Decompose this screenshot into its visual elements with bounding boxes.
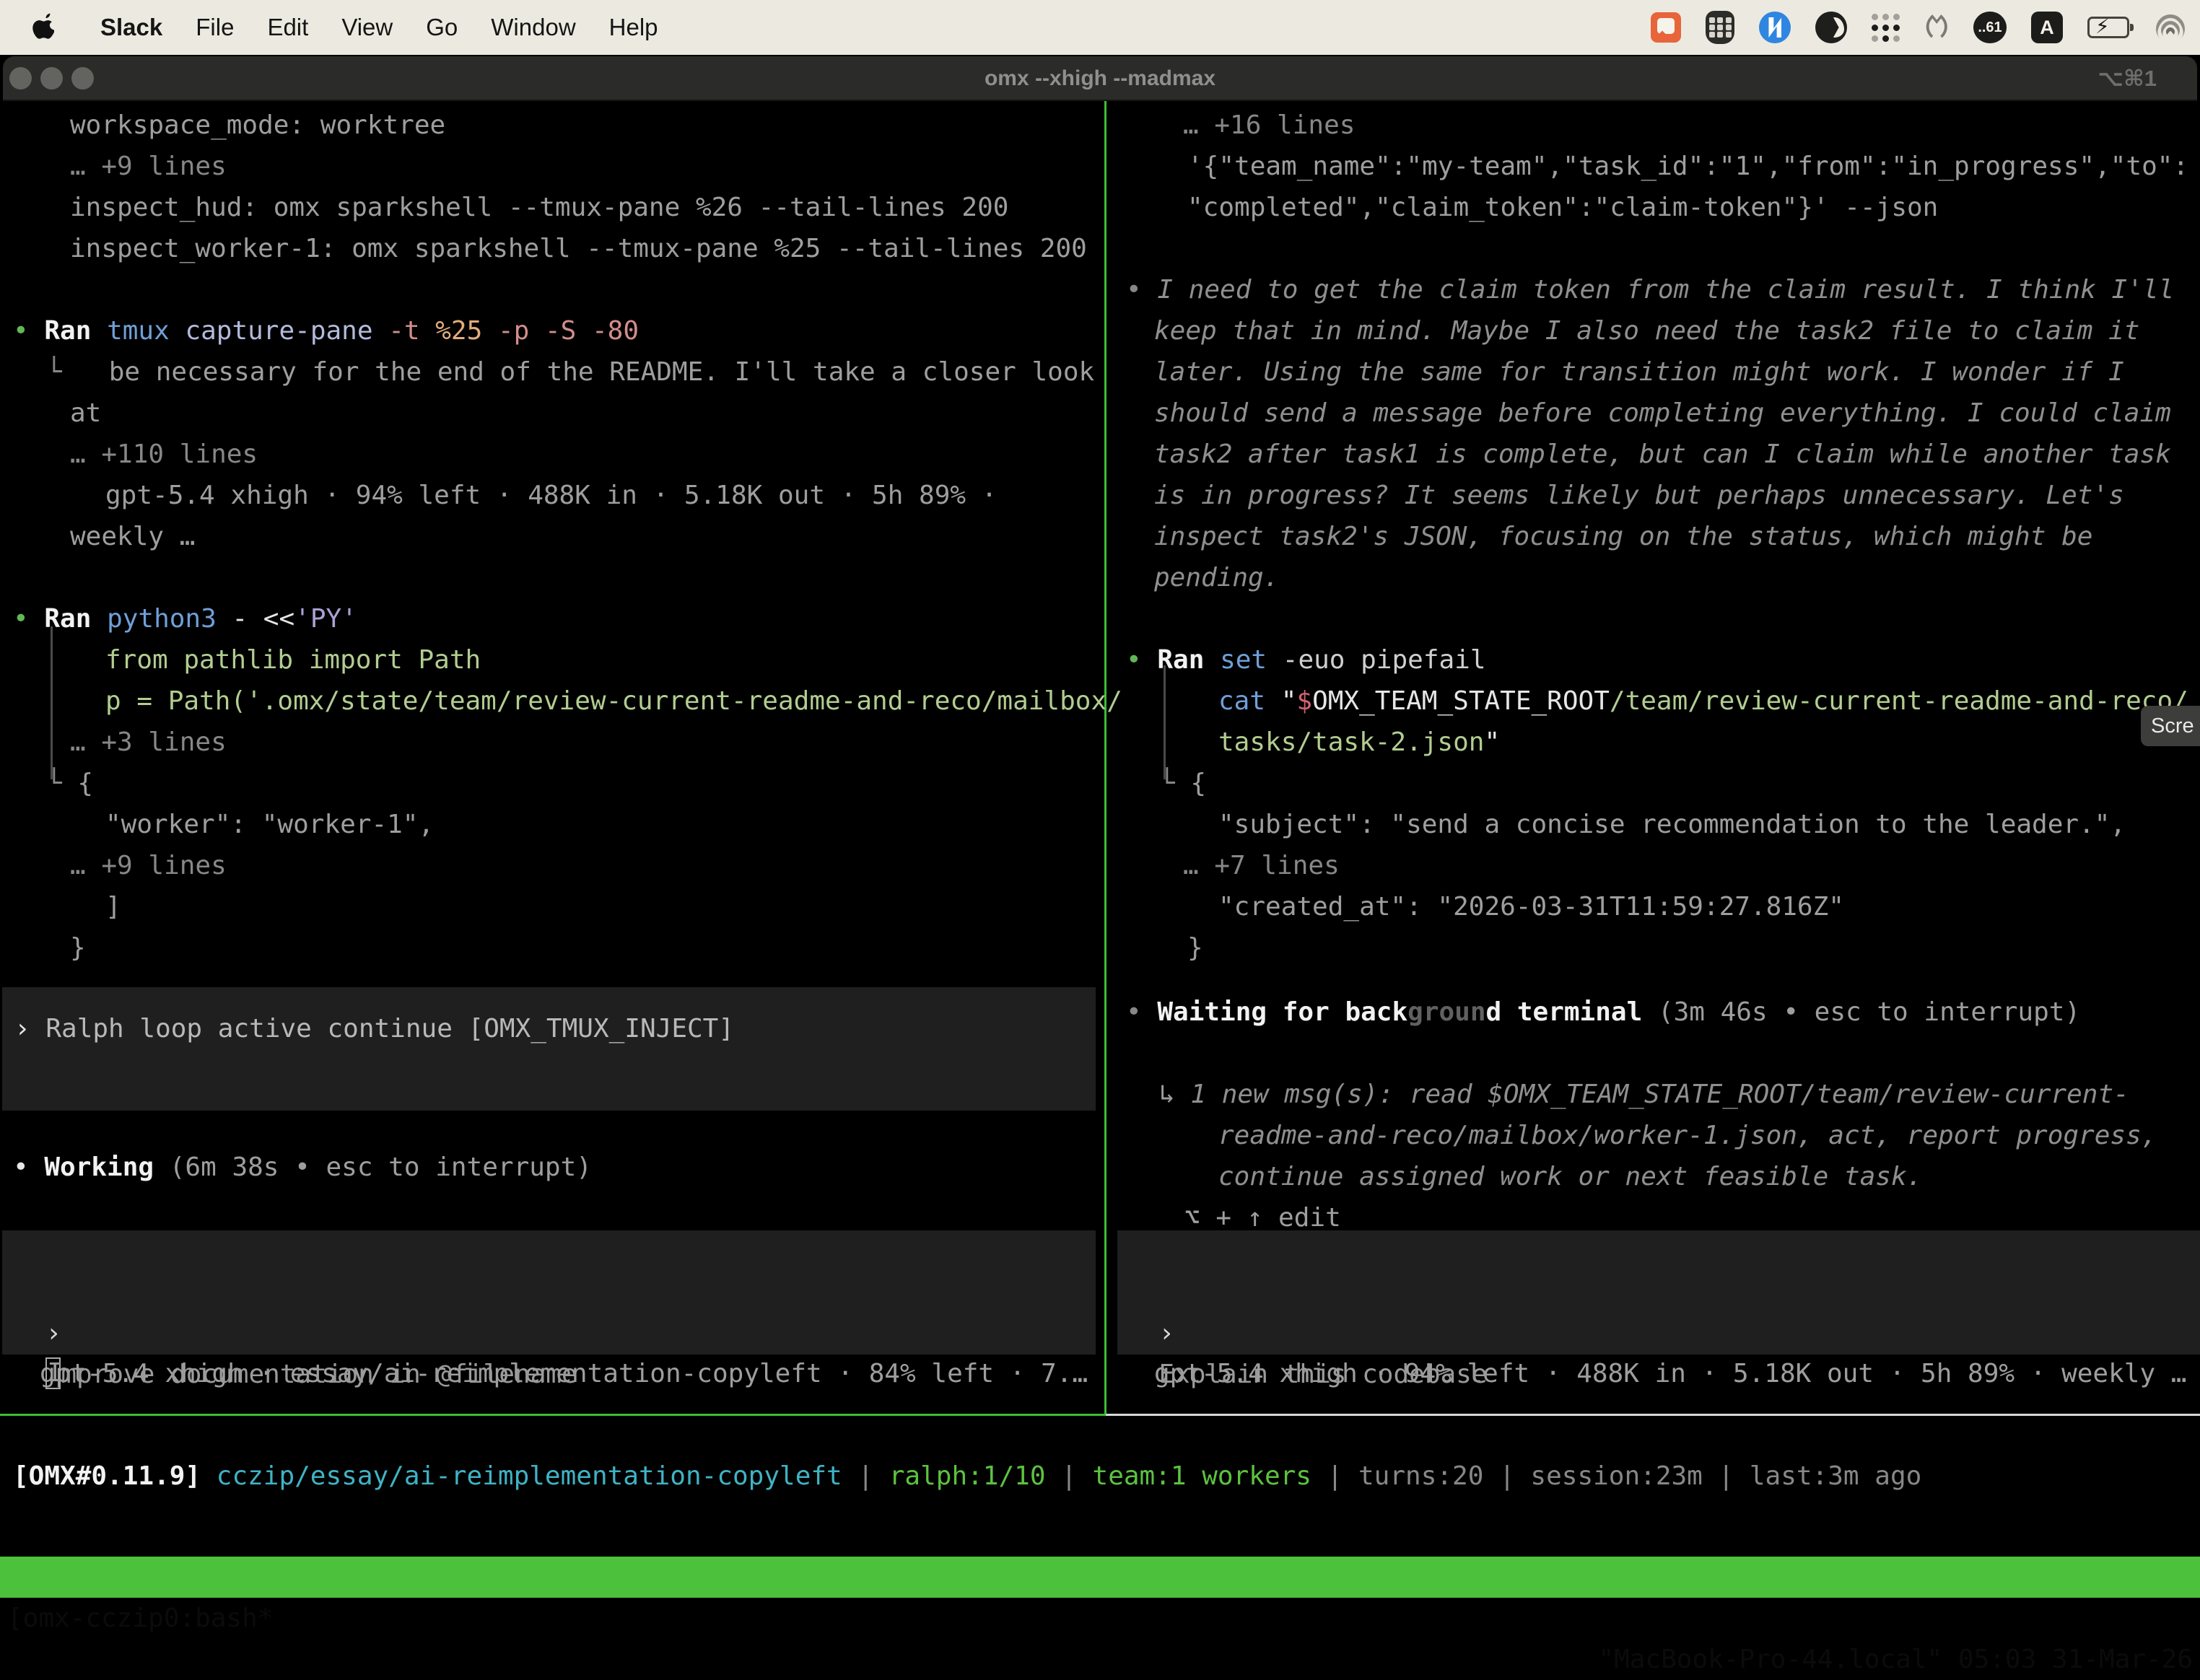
wifi-icon[interactable] (2154, 14, 2187, 40)
left-command-guide-line (51, 626, 53, 779)
menu-item-go[interactable]: Go (409, 14, 474, 41)
left-prompt-input[interactable]: › Improve documentation in @filename (14, 1272, 577, 1313)
prompt-chevron-icon: › (1158, 1318, 1190, 1348)
menu-item-file[interactable]: File (179, 14, 250, 41)
right-input-placeholder: Explain this codebase (1158, 1360, 1487, 1389)
blue-bolt-badge-icon[interactable] (1759, 12, 1791, 43)
keyboard-layout-icon[interactable]: A (2031, 12, 2063, 43)
menu-item-edit[interactable]: Edit (250, 14, 325, 41)
right-pane-bottom-border (1106, 1414, 2200, 1416)
menu-app-name[interactable]: Slack (84, 14, 179, 41)
counter-badge-icon[interactable]: ..61 (1973, 12, 2007, 43)
tmux-pane-divider[interactable] (1104, 101, 1106, 1416)
right-prompt-input[interactable]: › Explain this codebase (1127, 1272, 1488, 1313)
right-command-guide-line (1164, 665, 1166, 779)
left-pane-bottom-border (0, 1414, 1106, 1416)
chat-app-icon[interactable] (1651, 12, 1681, 43)
screen-tooltip: Scre (2141, 706, 2200, 746)
terminal-cursor: I (45, 1357, 61, 1389)
macos-menu-bar: Slack File Edit View Go Window Help ᱬ ..… (0, 0, 2200, 55)
window-title: omx --xhigh --madmax (3, 56, 2197, 101)
battery-icon[interactable] (2087, 17, 2129, 38)
dots-grid-icon[interactable] (1872, 14, 1900, 42)
tmux-host-clock: "MacBook-Pro-44.local" 05:03 31-Mar-26 (1598, 1639, 2193, 1680)
menu-item-help[interactable]: Help (593, 14, 675, 41)
tmux-session-label[interactable]: [omx-cczip0:bash* (7, 1598, 273, 1639)
prompt-chevron-icon: › (45, 1318, 77, 1348)
crescent-app-icon[interactable] (1815, 12, 1847, 43)
left-input-placeholder: mprove documentation in @filename (61, 1360, 577, 1389)
ralph-banner-band (2, 987, 1096, 1111)
window-shortcut-badge: ⌥⌘1 (2098, 56, 2157, 101)
shield-grid-icon[interactable] (1706, 11, 1734, 44)
menu-item-view[interactable]: View (325, 14, 409, 41)
tmux-status-bar: [omx-cczip0:bash* "MacBook-Pro-44.local"… (0, 1557, 2200, 1598)
s-curve-icon[interactable]: ᱬ (1924, 12, 1949, 43)
apple-menu-icon[interactable] (32, 12, 61, 43)
menu-item-window[interactable]: Window (474, 14, 592, 41)
window-title-bar[interactable]: omx --xhigh --madmax ⌥⌘1 (3, 56, 2197, 101)
